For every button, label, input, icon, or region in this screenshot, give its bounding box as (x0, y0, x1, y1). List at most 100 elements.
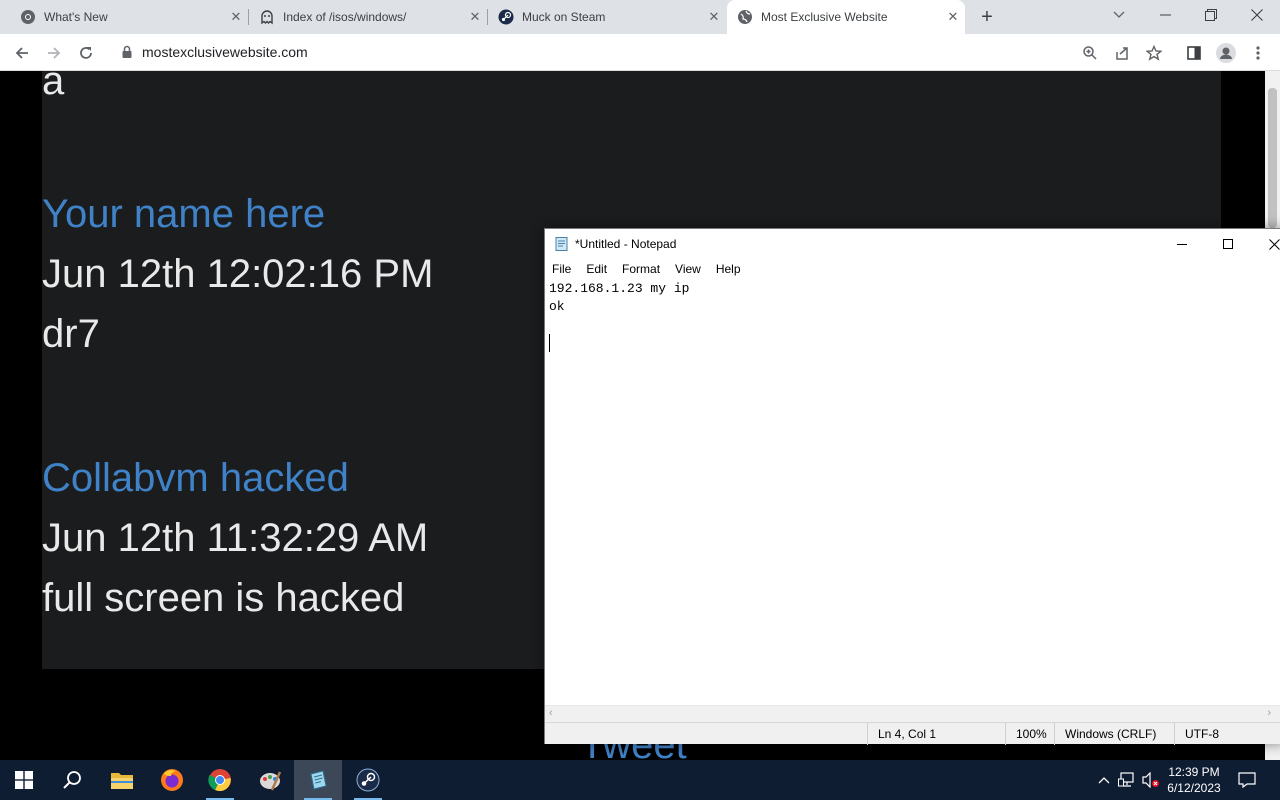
back-button[interactable] (8, 39, 36, 67)
notepad-status-bar: Ln 4, Col 1 100% Windows (CRLF) UTF-8 (545, 722, 1280, 745)
bookmark-button[interactable] (1140, 39, 1168, 67)
entry-name-link[interactable]: Your name here (42, 192, 325, 237)
side-panel-button[interactable] (1180, 39, 1208, 67)
close-tab-icon[interactable]: ✕ (228, 9, 244, 25)
steam-icon (498, 9, 514, 25)
kebab-menu-icon (1256, 46, 1260, 60)
notification-icon (1238, 772, 1256, 788)
restore-icon (1205, 9, 1217, 21)
steam-icon (356, 768, 380, 792)
entry-name-link[interactable]: Collabvm hacked (42, 456, 349, 501)
close-icon (1268, 238, 1280, 250)
search-button[interactable] (48, 760, 96, 800)
volume-button[interactable] (1140, 760, 1162, 800)
zoom-icon (1083, 46, 1097, 60)
reload-icon (80, 47, 92, 59)
notepad-icon (555, 237, 568, 251)
tab-whats-new[interactable]: What's New ✕ (0, 0, 248, 34)
text-line: 192.168.1.23 my ip (549, 281, 690, 296)
file-explorer-icon (111, 773, 133, 789)
entry-message: full screen is hacked (42, 576, 405, 620)
menu-format[interactable]: Format (615, 262, 668, 276)
taskbar-firefox[interactable] (148, 760, 196, 800)
notepad-window[interactable]: *Untitled - Notepad File Edit Format Vie… (544, 228, 1280, 745)
text-line (549, 316, 1279, 334)
tab-title: What's New (44, 10, 108, 24)
share-icon (1116, 47, 1128, 60)
menu-edit[interactable]: Edit (579, 262, 615, 276)
menu-view[interactable]: View (668, 262, 709, 276)
close-tab-icon[interactable]: ✕ (467, 9, 483, 25)
entry-timestamp: Jun 12th 11:32:29 AM (42, 516, 429, 560)
notepad-icon (310, 770, 327, 790)
chrome-icon (208, 769, 231, 792)
chevron-up-icon (1098, 777, 1110, 784)
taskbar-chrome[interactable] (196, 760, 244, 800)
new-tab-button[interactable]: + (976, 6, 998, 28)
globe-icon (737, 9, 753, 25)
browser-toolbar: mostexclusivewebsite.com (0, 34, 1280, 71)
taskbar-file-explorer[interactable] (98, 760, 146, 800)
encoding: UTF-8 (1174, 723, 1280, 745)
url-text: mostexclusivewebsite.com (142, 44, 308, 60)
arrow-right-icon (48, 47, 61, 59)
star-icon (1146, 45, 1162, 61)
ghost-icon (259, 9, 275, 25)
taskbar-clock[interactable]: 12:39 PM 6/12/2023 (1160, 764, 1228, 796)
close-tab-icon[interactable]: ✕ (945, 9, 961, 25)
zoom-button[interactable] (1076, 39, 1104, 67)
forward-button[interactable] (40, 39, 68, 67)
notepad-horizontal-scrollbar[interactable]: ‹ › (545, 705, 1280, 722)
text-line: ok (549, 299, 565, 314)
entry-timestamp: Jun 12th 12:02:16 PM (42, 252, 434, 296)
tab-most-exclusive-website[interactable]: Most Exclusive Website ✕ (727, 0, 965, 34)
minimize-icon (1159, 14, 1171, 16)
clock-time: 12:39 PM (1168, 765, 1220, 779)
taskbar-paint[interactable] (246, 760, 294, 800)
chevron-down-icon (1113, 11, 1125, 18)
tab-title: Most Exclusive Website (761, 10, 888, 24)
tab-index-of-isos[interactable]: Index of /isos/windows/ ✕ (249, 0, 487, 34)
notepad-minimize-button[interactable] (1159, 229, 1205, 259)
tab-search-button[interactable] (1096, 0, 1142, 30)
profile-button[interactable] (1212, 39, 1240, 67)
tab-strip: What's New ✕ Index of /isos/windows/ ✕ M… (0, 0, 1280, 34)
menu-file[interactable]: File (545, 262, 579, 276)
notepad-maximize-button[interactable] (1205, 229, 1251, 259)
minimize-button[interactable] (1142, 0, 1188, 30)
close-tab-icon[interactable]: ✕ (706, 9, 722, 25)
tab-title: Index of /isos/windows/ (283, 10, 407, 24)
scroll-left-icon[interactable]: ‹ (549, 707, 553, 719)
taskbar-notepad[interactable] (294, 760, 342, 800)
start-button[interactable] (0, 760, 48, 800)
reload-button[interactable] (72, 39, 100, 67)
side-panel-icon (1187, 46, 1201, 60)
chrome-icon (20, 9, 36, 25)
show-hidden-icons-button[interactable] (1094, 760, 1114, 800)
address-bar[interactable]: mostexclusivewebsite.com (108, 38, 1172, 66)
scroll-right-icon[interactable]: › (1267, 707, 1271, 719)
search-icon (63, 771, 81, 789)
caret-line (549, 334, 1279, 352)
tab-muck-on-steam[interactable]: Muck on Steam ✕ (488, 0, 726, 34)
close-window-button[interactable] (1234, 0, 1280, 30)
scrollbar-thumb[interactable] (1268, 88, 1277, 228)
taskbar-steam[interactable] (344, 760, 392, 800)
paint-icon (260, 771, 282, 791)
cursor-position: Ln 4, Col 1 (867, 723, 1007, 745)
notepad-close-button[interactable] (1251, 229, 1280, 259)
network-button[interactable] (1116, 760, 1138, 800)
lock-icon[interactable] (120, 45, 134, 59)
notifications-button[interactable] (1232, 760, 1262, 800)
restore-button[interactable] (1188, 0, 1234, 30)
notepad-text-area[interactable]: 192.168.1.23 my ip ok (545, 278, 1280, 705)
avatar-icon (1216, 43, 1236, 63)
tab-title: Muck on Steam (522, 10, 606, 24)
taskbar: 12:39 PM 6/12/2023 (0, 760, 1280, 800)
share-button[interactable] (1108, 39, 1136, 67)
line-ending: Windows (CRLF) (1054, 723, 1174, 745)
menu-help[interactable]: Help (709, 262, 749, 276)
menu-button[interactable] (1244, 39, 1272, 67)
entry-message: dr7 (42, 312, 100, 356)
notepad-title: *Untitled - Notepad (575, 237, 677, 251)
